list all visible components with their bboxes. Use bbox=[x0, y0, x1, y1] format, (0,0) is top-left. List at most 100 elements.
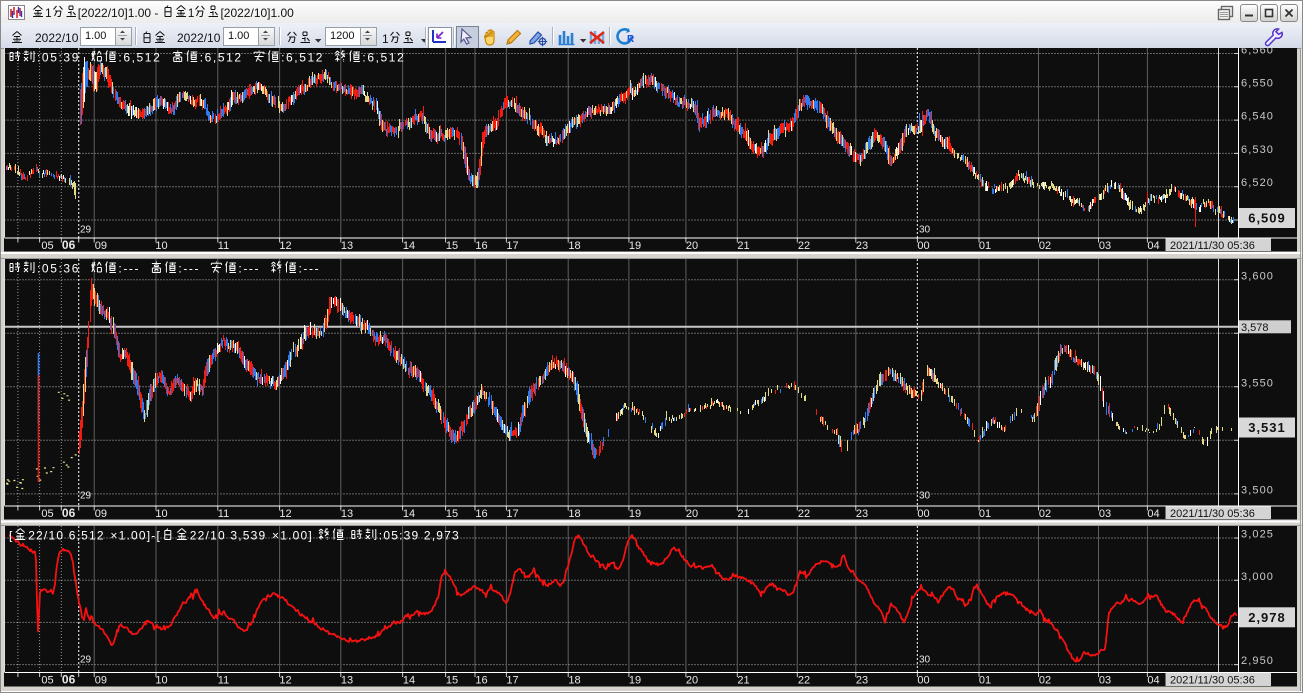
svg-text:10: 10 bbox=[155, 240, 167, 252]
svg-text:02: 02 bbox=[1039, 240, 1051, 252]
svg-text:17: 17 bbox=[506, 508, 518, 520]
svg-text:29: 29 bbox=[80, 655, 92, 666]
svg-text:2021/11/30 05:36: 2021/11/30 05:36 bbox=[1170, 508, 1255, 520]
svg-text:00: 00 bbox=[917, 240, 929, 252]
svg-text:22/10 6,512: 22/10 6,512 bbox=[28, 529, 105, 543]
svg-text:×1.00]-[: ×1.00]-[ bbox=[110, 529, 161, 543]
svg-text:6,509: 6,509 bbox=[1248, 211, 1286, 226]
svg-text::6,512: :6,512 bbox=[362, 51, 405, 65]
svg-text:01: 01 bbox=[979, 675, 991, 687]
svg-text:10: 10 bbox=[155, 508, 167, 520]
svg-text:00: 00 bbox=[917, 508, 929, 520]
svg-text:2,950: 2,950 bbox=[1241, 655, 1274, 667]
svg-text:3,000: 3,000 bbox=[1241, 571, 1274, 583]
svg-text:30: 30 bbox=[919, 491, 931, 502]
svg-text:10: 10 bbox=[155, 675, 167, 687]
svg-text:29: 29 bbox=[80, 225, 92, 236]
svg-text:16: 16 bbox=[475, 508, 487, 520]
svg-text:09: 09 bbox=[95, 508, 107, 520]
svg-text:03: 03 bbox=[1099, 240, 1111, 252]
svg-text::6,512: :6,512 bbox=[118, 51, 161, 65]
svg-text:23: 23 bbox=[856, 508, 868, 520]
svg-text:01: 01 bbox=[979, 508, 991, 520]
svg-text:13: 13 bbox=[341, 675, 353, 687]
svg-text:20: 20 bbox=[686, 508, 698, 520]
svg-text:12: 12 bbox=[279, 675, 291, 687]
svg-text:03: 03 bbox=[1099, 508, 1111, 520]
svg-text:05: 05 bbox=[41, 675, 53, 687]
svg-text:6,550: 6,550 bbox=[1241, 77, 1274, 89]
svg-text:14: 14 bbox=[403, 508, 415, 520]
svg-text:6,530: 6,530 bbox=[1241, 144, 1274, 156]
svg-text:04: 04 bbox=[1147, 508, 1159, 520]
svg-text:22/10 3,539: 22/10 3,539 bbox=[190, 529, 267, 543]
svg-text:05: 05 bbox=[41, 240, 53, 252]
svg-text:04: 04 bbox=[1147, 675, 1159, 687]
svg-text:21: 21 bbox=[737, 240, 749, 252]
svg-text:30: 30 bbox=[919, 225, 931, 236]
svg-text:6,560: 6,560 bbox=[1241, 48, 1274, 57]
svg-text:2,978: 2,978 bbox=[1248, 610, 1286, 625]
svg-text:11: 11 bbox=[218, 240, 229, 252]
svg-text:20: 20 bbox=[686, 240, 698, 252]
svg-text:×1.00]: ×1.00] bbox=[272, 529, 313, 543]
svg-text::---: :--- bbox=[299, 262, 321, 276]
svg-text:3,578: 3,578 bbox=[1241, 322, 1269, 334]
svg-text:06: 06 bbox=[62, 673, 76, 687]
svg-text:11: 11 bbox=[218, 675, 229, 687]
svg-text::---: :--- bbox=[238, 262, 260, 276]
svg-text:22: 22 bbox=[798, 675, 810, 687]
svg-text:09: 09 bbox=[95, 675, 107, 687]
svg-text:06: 06 bbox=[62, 506, 76, 520]
svg-text:21: 21 bbox=[737, 508, 749, 520]
svg-text:6,520: 6,520 bbox=[1241, 177, 1274, 189]
svg-text:02: 02 bbox=[1039, 508, 1051, 520]
svg-text:19: 19 bbox=[629, 240, 641, 252]
svg-text:3,500: 3,500 bbox=[1241, 484, 1274, 496]
svg-text:18: 18 bbox=[568, 675, 580, 687]
svg-text:3,600: 3,600 bbox=[1241, 270, 1274, 282]
svg-text:19: 19 bbox=[629, 675, 641, 687]
svg-text:04: 04 bbox=[1147, 240, 1159, 252]
svg-text:03: 03 bbox=[1099, 675, 1111, 687]
svg-text:18: 18 bbox=[568, 508, 580, 520]
svg-text::05:36: :05:36 bbox=[37, 262, 80, 276]
svg-text:06: 06 bbox=[62, 238, 76, 252]
svg-text:13: 13 bbox=[341, 240, 353, 252]
svg-text:21: 21 bbox=[737, 675, 749, 687]
svg-text:22: 22 bbox=[798, 508, 810, 520]
svg-text:23: 23 bbox=[856, 675, 868, 687]
svg-text:05: 05 bbox=[41, 508, 53, 520]
svg-text:19: 19 bbox=[629, 508, 641, 520]
svg-text::---: :--- bbox=[178, 262, 200, 276]
svg-text:00: 00 bbox=[917, 675, 929, 687]
svg-text::05:39 2,973: :05:39 2,973 bbox=[379, 529, 460, 543]
svg-text:22: 22 bbox=[798, 240, 810, 252]
svg-text:R: R bbox=[627, 34, 635, 45]
svg-text:2021/11/30 05:36: 2021/11/30 05:36 bbox=[1170, 675, 1255, 687]
svg-text:[: [ bbox=[9, 529, 14, 543]
svg-text:15: 15 bbox=[446, 240, 458, 252]
svg-text:15: 15 bbox=[446, 675, 458, 687]
svg-text:13: 13 bbox=[341, 508, 353, 520]
svg-text:02: 02 bbox=[1039, 675, 1051, 687]
svg-text:15: 15 bbox=[446, 508, 458, 520]
svg-text:11: 11 bbox=[218, 508, 229, 520]
svg-text:14: 14 bbox=[403, 675, 415, 687]
svg-text:3,531: 3,531 bbox=[1248, 420, 1286, 435]
svg-text:01: 01 bbox=[979, 240, 991, 252]
svg-text:12: 12 bbox=[279, 508, 291, 520]
svg-text:18: 18 bbox=[568, 240, 580, 252]
svg-text:09: 09 bbox=[95, 240, 107, 252]
svg-text:3,550: 3,550 bbox=[1241, 377, 1274, 389]
svg-text::6,512: :6,512 bbox=[200, 51, 243, 65]
svg-text:20: 20 bbox=[686, 675, 698, 687]
svg-text:12: 12 bbox=[279, 240, 291, 252]
svg-text::---: :--- bbox=[118, 262, 140, 276]
svg-text:17: 17 bbox=[506, 240, 518, 252]
svg-text:6,540: 6,540 bbox=[1241, 111, 1274, 123]
svg-text::05:39: :05:39 bbox=[37, 51, 80, 65]
svg-text:29: 29 bbox=[80, 491, 92, 502]
svg-text:23: 23 bbox=[856, 240, 868, 252]
svg-text:3,025: 3,025 bbox=[1241, 529, 1274, 541]
